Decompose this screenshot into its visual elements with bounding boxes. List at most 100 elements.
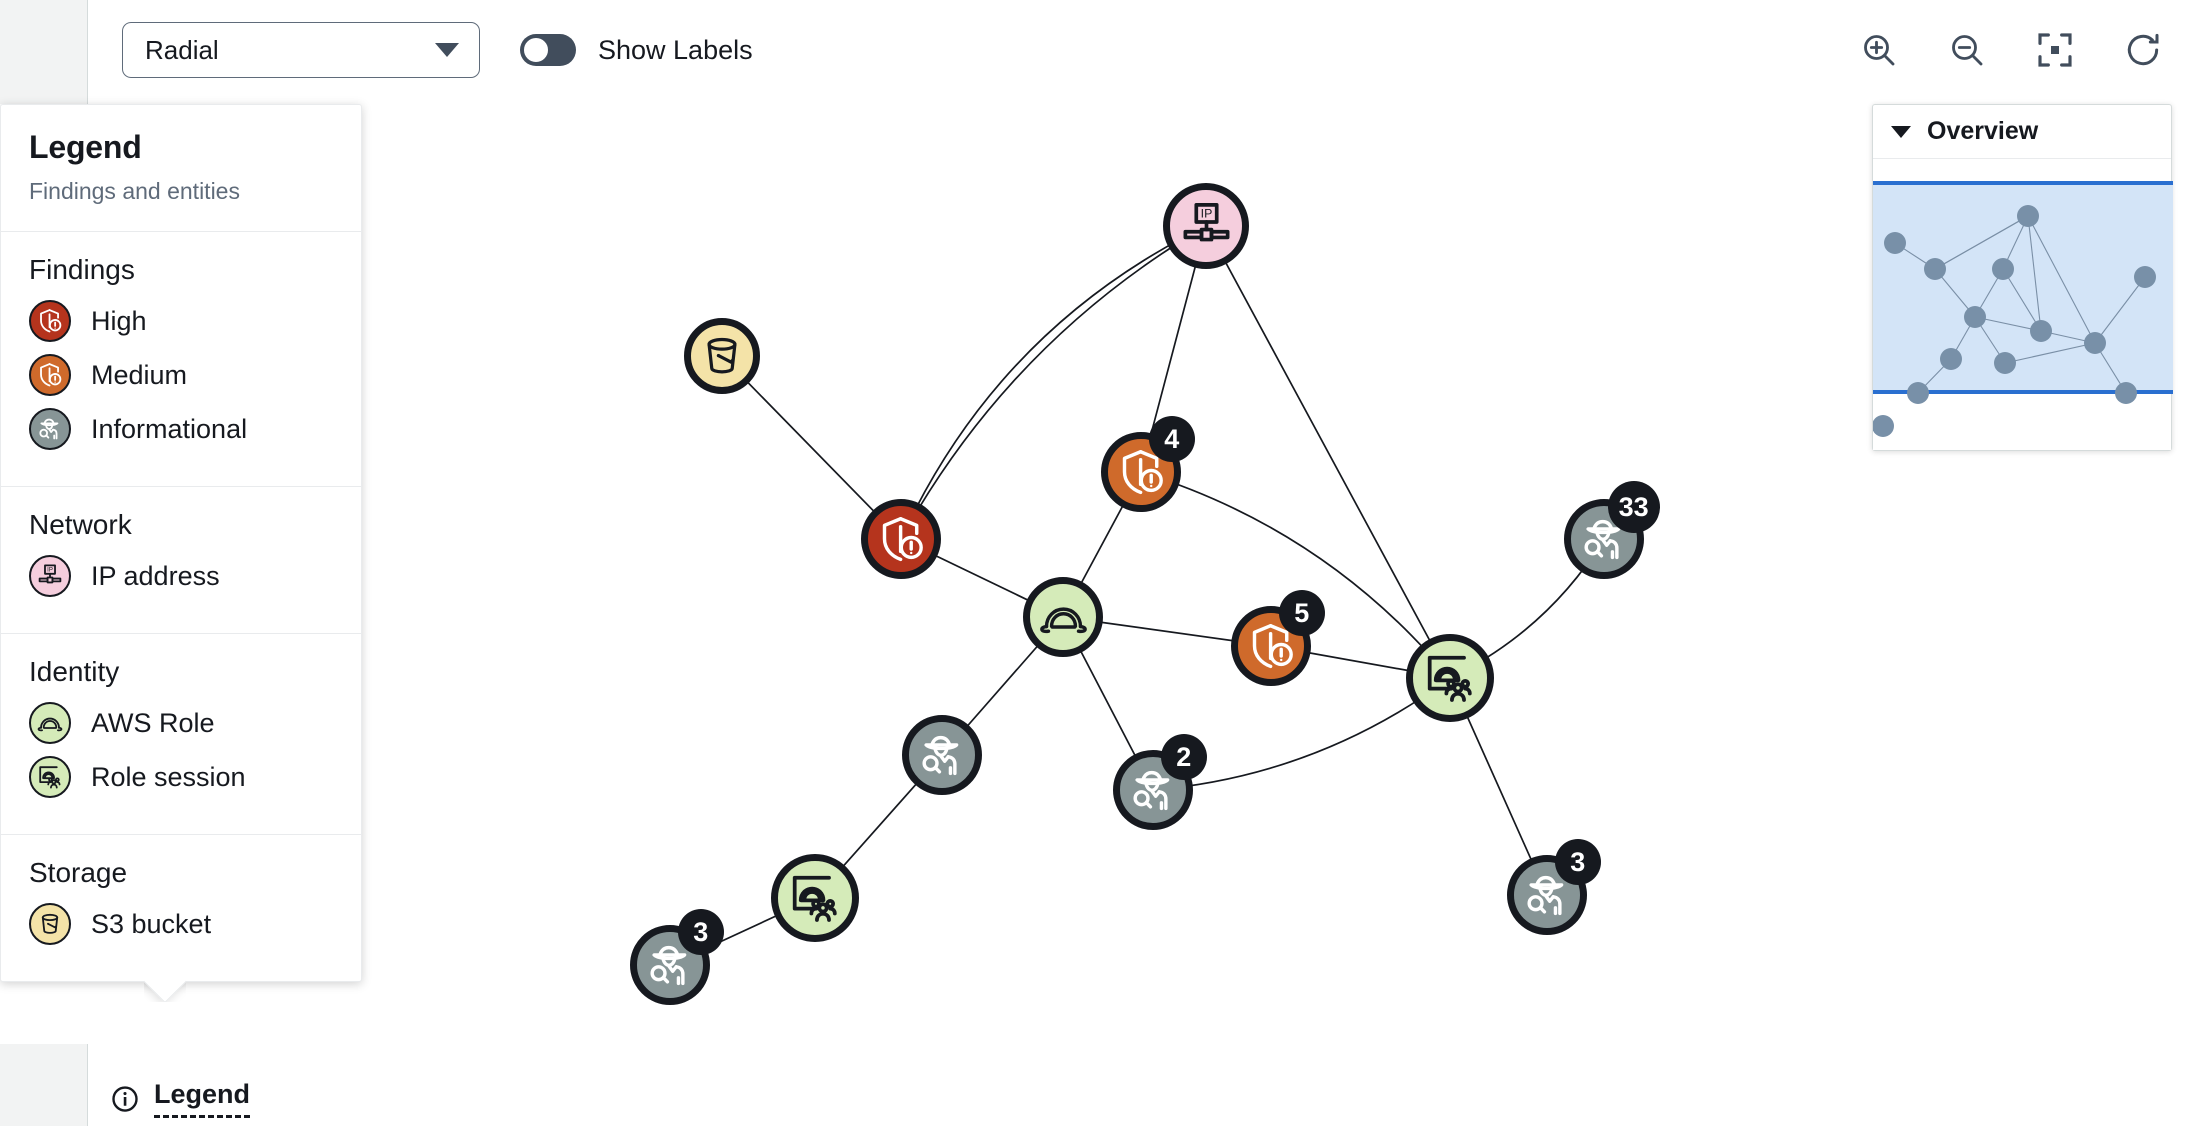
node-count-badge: 5 [1278, 590, 1325, 637]
refresh-button[interactable] [2122, 29, 2164, 71]
legend-item-label: AWS Role [91, 707, 215, 738]
svg-text:IP: IP [1200, 206, 1212, 220]
graph-node-aws-role[interactable] [1023, 577, 1103, 657]
legend-sections: Findings High Medium Informational Netwo… [1, 232, 361, 981]
zoom-out-button[interactable] [1946, 29, 1988, 71]
node-count-badge: 33 [1607, 481, 1660, 534]
legend-section-title: Network [29, 509, 132, 540]
layout-select-value: Radial [145, 34, 219, 65]
overview-title: Overview [1927, 117, 2039, 145]
aws-role-icon[interactable] [1023, 577, 1103, 657]
legend-item-high[interactable]: High [29, 300, 333, 342]
legend-subtitle: Findings and entities [29, 178, 240, 204]
minimap-node [1992, 258, 2014, 280]
legend-section-network: Network IP IP address [1, 487, 361, 634]
minimap-node [2030, 320, 2052, 342]
chevron-down-icon [435, 43, 459, 57]
minimap-node [1964, 306, 1986, 328]
legend-section-title: Identity [29, 656, 120, 687]
graph-node-role-session[interactable] [1406, 634, 1494, 722]
legend-item-medium[interactable]: Medium [29, 354, 333, 396]
minimap-edge [2004, 342, 2096, 364]
node-count-badge: 3 [677, 909, 724, 956]
legend-section-title: Findings [29, 254, 135, 285]
shield-alert-icon [29, 354, 71, 396]
shield-alert-icon[interactable] [861, 499, 941, 579]
legend-item-label: Role session [91, 761, 246, 792]
legend-item-label: IP address [91, 560, 220, 591]
legend-item-aws-role[interactable]: AWS Role [29, 702, 333, 744]
shield-alert-icon [29, 300, 71, 342]
layout-select[interactable]: Radial [122, 22, 480, 78]
graph-node-finding-info[interactable]: 2 [1113, 734, 1207, 830]
node-count-badge: 3 [1554, 839, 1601, 886]
minimap-node [1884, 232, 1906, 254]
legend-tab-label: Legend [154, 1079, 251, 1118]
graph-node-finding-info[interactable]: 33 [1564, 481, 1660, 579]
minimap-node [1994, 352, 2016, 374]
minimap-node [2134, 266, 2156, 288]
detective-icon[interactable] [902, 715, 982, 795]
legend-item-ip-address[interactable]: IP IP address [29, 555, 333, 597]
legend-section-storage: Storage S3 bucket [1, 835, 361, 981]
graph-node-role-session[interactable] [771, 854, 859, 942]
legend-item-informational[interactable]: Informational [29, 408, 333, 450]
minimap-node [1907, 382, 1929, 404]
graph-node-finding-medium[interactable]: 5 [1231, 590, 1325, 686]
zoom-in-button[interactable] [1858, 29, 1900, 71]
legend-item-label: High [91, 305, 147, 336]
legend-title: Legend [29, 129, 142, 165]
svg-text:IP: IP [47, 568, 53, 574]
aws-role-icon [29, 702, 71, 744]
minimap-node [1924, 258, 1946, 280]
graph-node-ip-address[interactable]: IP [1163, 183, 1249, 269]
graph-explorer-page: Radial Show Labels IP 4 5 33 2 3 3 Overv… [0, 0, 2204, 1126]
node-count-badge: 2 [1160, 734, 1207, 781]
graph-node-finding-info[interactable]: 3 [1507, 839, 1601, 935]
minimap-node [1873, 415, 1894, 437]
graph-node-finding-medium[interactable]: 4 [1101, 416, 1195, 512]
s3-bucket-icon[interactable] [684, 318, 760, 394]
legend-tab[interactable]: Legend [110, 1079, 251, 1118]
toggle-track [520, 34, 576, 66]
s3-bucket-icon [29, 903, 71, 945]
node-count-badge: 4 [1148, 416, 1195, 463]
legend-item-role-session[interactable]: Role session [29, 756, 333, 798]
legend-pointer [144, 980, 186, 1002]
toggle-knob [523, 37, 549, 63]
ip-address-icon: IP [29, 555, 71, 597]
legend-item-s3-bucket[interactable]: S3 bucket [29, 903, 333, 945]
role-session-icon[interactable] [771, 854, 859, 942]
minimap-node [2017, 205, 2039, 227]
role-session-icon[interactable] [1406, 634, 1494, 722]
legend-popover: Legend Findings and entities Findings Hi… [0, 104, 362, 982]
legend-section-identity: Identity AWS Role Role session [1, 634, 361, 835]
legend-item-label: S3 bucket [91, 908, 212, 939]
caret-down-icon[interactable] [1891, 125, 1911, 138]
graph-node-finding-high[interactable] [861, 499, 941, 579]
overview-header[interactable]: Overview [1873, 105, 2171, 159]
graph-toolbar: Radial Show Labels [88, 0, 2204, 104]
minimap-node [1940, 348, 1962, 370]
fit-to-screen-button[interactable] [2034, 29, 2076, 71]
graph-node-finding-info[interactable]: 3 [630, 909, 724, 1005]
minimap-node [2115, 382, 2137, 404]
overview-minimap [1873, 205, 2156, 437]
overview-body[interactable] [1873, 159, 2173, 450]
info-circle-icon [112, 1085, 138, 1112]
legend-item-label: Medium [91, 359, 188, 390]
legend-section-title: Storage [29, 857, 128, 888]
minimap-edge [2094, 276, 2146, 344]
graph-node-finding-info[interactable] [902, 715, 982, 795]
legend-section-findings: Findings High Medium Informational [1, 232, 361, 487]
role-session-icon [29, 756, 71, 798]
show-labels-label: Show Labels [598, 34, 753, 65]
detective-icon [29, 408, 71, 450]
ip-address-icon[interactable]: IP [1163, 183, 1249, 269]
minimap-edge [1934, 215, 2029, 270]
overview-panel: Overview [1872, 104, 2173, 451]
zoom-controls [1858, 22, 2164, 78]
legend-header: Legend Findings and entities [1, 105, 361, 232]
show-labels-toggle[interactable]: Show Labels [520, 22, 753, 78]
graph-node-s3-bucket[interactable] [684, 318, 760, 394]
